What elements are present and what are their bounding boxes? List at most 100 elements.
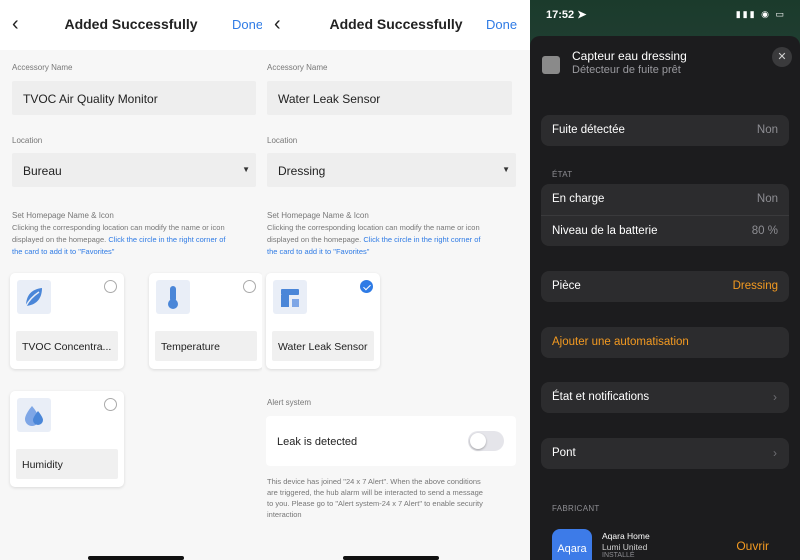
card-name: Water Leak Sensor — [272, 331, 374, 361]
row-label: En charge — [552, 193, 605, 205]
location-label: Location — [267, 136, 298, 145]
row-value: Non — [756, 193, 778, 205]
location-value: Dressing — [278, 164, 326, 178]
nav-bar: ‹ Added Successfully Done — [262, 0, 530, 50]
accessory-name-label: Accessory Name — [12, 63, 73, 72]
note-line: are triggered, the hub alarm will be int… — [267, 488, 483, 497]
manufacturer-row: Aqara Aqara Home Lumi United INSTALLÉ Ou… — [541, 529, 789, 560]
location-select[interactable]: Dressing ▼ — [267, 153, 516, 187]
manufacturer-section-label: FABRICANT — [552, 504, 600, 513]
done-button[interactable]: Done — [232, 17, 262, 32]
homepage-card[interactable]: Humidity — [10, 391, 124, 487]
open-app-button[interactable]: Ouvrir — [736, 539, 769, 553]
accessory-title: Capteur eau dressing — [572, 49, 687, 63]
aqara-logo: Aqara — [552, 529, 592, 560]
company-name: Lumi United — [602, 542, 648, 552]
aqara-screen-water-leak: ‹ Added Successfully Done Accessory Name… — [262, 0, 530, 560]
desc-line: Clicking the corresponding location can … — [12, 223, 225, 232]
row-value: Non — [756, 124, 778, 136]
accessory-name-label: Accessory Name — [267, 63, 328, 72]
desc-link: the card to add it to "Favorites" — [267, 247, 370, 256]
row-label: Pièce — [552, 280, 581, 292]
done-button[interactable]: Done — [486, 17, 517, 32]
note-line: to you. Please go to "Alert system-24 x … — [267, 499, 483, 508]
location-label: Location — [12, 136, 43, 145]
battery-row: Niveau de la batterie 80 % — [541, 215, 789, 246]
desc-text: displayed on the homepage. — [12, 235, 109, 244]
close-icon[interactable]: ✕ — [772, 47, 792, 67]
signal-icon: ▮▮▮ — [735, 9, 757, 19]
note-line: This device has joined "24 x 7 Alert". W… — [267, 477, 481, 486]
page-title: Added Successfully — [64, 16, 198, 32]
desc-line: displayed on the homepage. Click the cir… — [267, 234, 529, 246]
leaf-icon — [17, 280, 51, 314]
water-leak-sensor-icon — [273, 280, 307, 314]
notifications-group[interactable]: État et notifications › — [541, 382, 789, 413]
state-section-label: ÉTAT — [552, 170, 573, 179]
water-drop-icon — [17, 398, 51, 432]
location-arrow-icon: ➤ — [577, 9, 587, 21]
favorite-radio[interactable] — [243, 280, 256, 293]
row-label: Fuite détectée — [552, 124, 625, 136]
chevron-right-icon: › — [773, 446, 777, 460]
row-label: État et notifications — [552, 391, 650, 403]
aqara-screen-tvoc: ‹ Added Successfully Done Accessory Name… — [0, 0, 262, 560]
home-indicator — [88, 556, 184, 560]
nav-bar: ‹ Added Successfully Done — [0, 0, 262, 50]
automation-group[interactable]: Ajouter une automatisation — [541, 327, 789, 358]
homepage-label: Set Homepage Name & Icon — [12, 211, 114, 220]
homepage-description: Clicking the corresponding location can … — [12, 222, 262, 258]
room-value: Dressing — [732, 280, 778, 292]
leak-sensor-icon — [542, 56, 560, 74]
status-time: 17:52 ➤ — [546, 8, 586, 21]
alert-row: Leak is detected — [266, 416, 516, 466]
add-automation-button[interactable]: Ajouter une automatisation — [541, 327, 789, 358]
favorite-radio-checked[interactable] — [360, 280, 373, 293]
bridge-row[interactable]: Pont › — [541, 438, 789, 469]
desc-link: Click the circle in the right corner of — [363, 235, 481, 244]
card-name: TVOC Concentra... — [16, 331, 118, 361]
desc-link: the card to add it to "Favorites" — [12, 247, 115, 256]
homepage-description: Clicking the corresponding location can … — [267, 222, 529, 258]
homepage-label: Set Homepage Name & Icon — [267, 211, 369, 220]
app-name: Aqara Home — [602, 531, 650, 541]
favorite-radio[interactable] — [104, 280, 117, 293]
row-label: Pont — [552, 447, 576, 459]
home-app-accessory-sheet: 17:52 ➤ ▮▮▮ ◉ ▭ Capteur eau dressing Dét… — [530, 0, 800, 560]
add-automation-label: Ajouter une automatisation — [552, 336, 689, 348]
homepage-card[interactable]: Water Leak Sensor — [266, 273, 380, 369]
desc-link: Click the circle in the right corner of — [108, 235, 226, 244]
favorite-radio[interactable] — [104, 398, 117, 411]
desc-line: Clicking the corresponding location can … — [267, 223, 480, 232]
accessory-name-field[interactable]: TVOC Air Quality Monitor — [12, 81, 256, 115]
status-icons: ▮▮▮ ◉ ▭ — [736, 9, 786, 20]
location-select[interactable]: Bureau ▼ — [12, 153, 256, 187]
room-group[interactable]: Pièce Dressing — [541, 271, 789, 302]
dropdown-caret-icon: ▼ — [502, 165, 510, 174]
accessory-name-field[interactable]: Water Leak Sensor — [267, 81, 512, 115]
homepage-card[interactable]: Temperature — [149, 273, 262, 369]
accessory-sheet: Capteur eau dressing Détecteur de fuite … — [530, 36, 800, 560]
room-row[interactable]: Pièce Dressing — [541, 271, 789, 302]
desc-text: displayed on the homepage. — [267, 235, 364, 244]
card-name: Humidity — [16, 449, 118, 479]
thermometer-icon — [156, 280, 190, 314]
wifi-icon: ◉ — [761, 9, 771, 19]
alert-system-label: Alert system — [267, 398, 312, 407]
accessory-status: Détecteur de fuite prêt — [572, 64, 681, 76]
note-line: interaction — [267, 510, 302, 519]
battery-icon: ▭ — [775, 9, 786, 19]
notifications-row[interactable]: État et notifications › — [541, 382, 789, 413]
dropdown-caret-icon: ▼ — [242, 165, 250, 174]
installed-label: INSTALLÉ — [602, 552, 635, 559]
home-indicator — [343, 556, 439, 560]
leak-row: Fuite détectée Non — [541, 115, 789, 146]
alert-toggle[interactable] — [468, 431, 504, 451]
row-label: Niveau de la batterie — [552, 225, 658, 237]
state-group: En charge Non Niveau de la batterie 80 % — [541, 184, 789, 246]
bridge-group[interactable]: Pont › — [541, 438, 789, 469]
homepage-card[interactable]: TVOC Concentra... — [10, 273, 124, 369]
desc-line: displayed on the homepage. Click the cir… — [12, 234, 262, 246]
charging-row: En charge Non — [541, 184, 789, 215]
leak-group: Fuite détectée Non — [541, 115, 789, 146]
